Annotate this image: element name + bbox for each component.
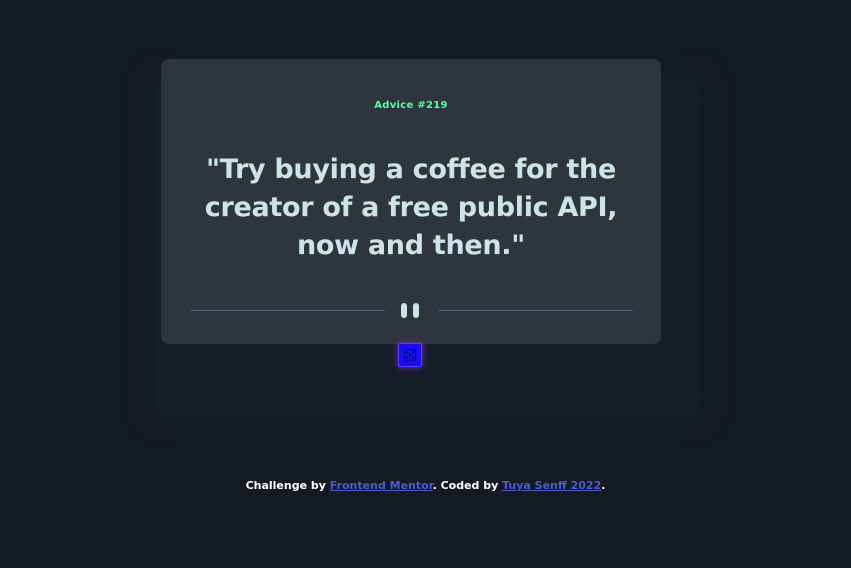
divider-line-left (190, 310, 385, 311)
divider-line-right (438, 310, 633, 311)
footer-suffix: . (601, 479, 606, 492)
page-stage: Advice #219 "Try buying a coffee for the… (0, 0, 851, 568)
advice-quote: "Try buying a coffee for the creator of … (204, 154, 618, 261)
generate-advice-button[interactable] (398, 343, 422, 367)
pattern-divider (190, 302, 633, 320)
footer-challenge-text: Challenge by (245, 479, 330, 492)
frontend-mentor-link[interactable]: Frontend Mentor (330, 479, 433, 492)
advice-number: Advice #219 (374, 100, 448, 111)
attribution-footer: Challenge by Frontend Mentor. Coded by T… (0, 479, 851, 492)
author-link[interactable]: Tuya Senff 2022 (502, 479, 601, 492)
footer-coded-by-text: . Coded by (432, 479, 503, 492)
dice-icon (404, 349, 416, 361)
advice-card: Advice #219 "Try buying a coffee for the… (161, 59, 661, 344)
pause-icon (401, 303, 421, 319)
